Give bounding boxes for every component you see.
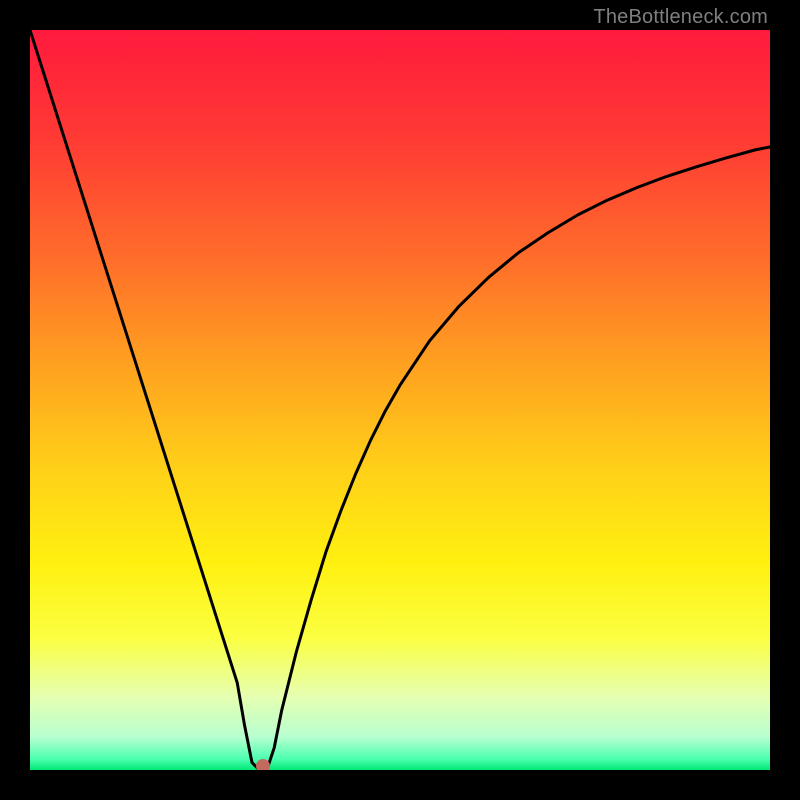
plot-area: [30, 30, 770, 770]
curve-layer: [30, 30, 770, 770]
watermark-text: TheBottleneck.com: [593, 6, 768, 29]
bottleneck-curve: [30, 30, 770, 770]
chart-container: TheBottleneck.com: [0, 0, 800, 800]
minimum-point-marker: [256, 759, 270, 770]
